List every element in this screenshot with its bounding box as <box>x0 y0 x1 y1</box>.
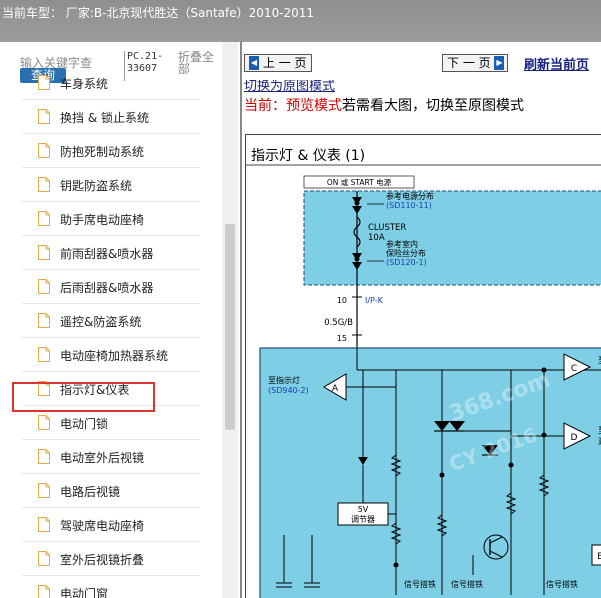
document-icon <box>38 245 50 260</box>
scrollbar-thumb[interactable] <box>225 224 235 430</box>
ground-label: 信号搭铁 <box>404 579 436 589</box>
junction-dot <box>439 472 445 478</box>
tree-item[interactable]: 电动室外后视镜 <box>22 440 200 474</box>
sidebar-scrollbar[interactable] <box>222 42 238 598</box>
fuse-rating: 10A <box>368 233 385 243</box>
to-indicator-code: (SD940-2) <box>268 386 309 395</box>
ground-label: 信号搭铁 <box>451 579 483 589</box>
prev-page-button[interactable]: ◀ 上 一 页 <box>244 54 312 72</box>
ref-fuse-label-1: 参考室内 <box>386 239 418 249</box>
document-icon <box>38 449 50 464</box>
document-icon <box>38 211 50 226</box>
tree-item-label: 换挡 & 锁止系统 <box>60 111 149 125</box>
amplifier-c-label: C <box>571 364 577 374</box>
vehicle-model-title: 当前车型： 厂家:B-北京现代胜达（Santafe）2010-2011 <box>2 6 315 20</box>
pin-top: 10 <box>337 296 347 305</box>
prev-page-label: 上 一 页 <box>262 56 307 70</box>
tree-item-label: 防抱死制动系统 <box>60 145 145 159</box>
top-header: 当前车型： 厂家:B-北京现代胜达（Santafe）2010-2011 <box>0 0 601 42</box>
tree-item[interactable]: 电路后视镜 <box>22 474 200 508</box>
document-icon <box>38 75 50 90</box>
tree-item[interactable]: 室外后视镜折叠 <box>22 542 200 576</box>
tree-item[interactable]: 后雨刮器&喷水器 <box>22 270 200 304</box>
next-page-label: 下 一 页 <box>447 56 491 70</box>
diagram-canvas: ON 或 START 电源 参考电源分布 (SD110-11) CLUSTER … <box>246 164 601 598</box>
refresh-page-link[interactable]: 刷新当前页 <box>524 54 589 73</box>
tree-item[interactable]: 钥匙防盗系统 <box>22 168 200 202</box>
wire-spec: 0.5G/B <box>324 318 353 328</box>
junction-dot <box>508 462 514 468</box>
ref-fuse-code: (SD120-1) <box>386 258 427 267</box>
amplifier-d-label: D <box>571 433 578 443</box>
left-panel: 查询 PC.21-33607 折叠全部 车身系统 换挡 & 锁止系统 防抱死制动… <box>0 42 238 598</box>
tree-item-label: 电动门窗 <box>60 587 109 598</box>
document-viewer: ◀ 上 一 页 下 一 页 ▶ 刷新当前页 切换为原图模式 当前：预览模式若需看… <box>240 42 601 598</box>
document-icon <box>38 313 50 328</box>
tree-item-label: 车身系统 <box>60 77 109 91</box>
fuse-block <box>303 190 601 286</box>
junction-dot <box>354 200 360 206</box>
tree-item[interactable]: 电动门窗 <box>22 576 200 598</box>
viewer-nav-bar: ◀ 上 一 页 下 一 页 ▶ 刷新当前页 <box>242 42 601 80</box>
document-icon <box>38 551 50 566</box>
junction-dot <box>354 256 360 262</box>
switch-original-mode-link[interactable]: 切换为原图模式 <box>244 80 335 92</box>
document-icon <box>38 143 50 158</box>
selection-highlight <box>12 382 155 412</box>
junction-dot <box>393 562 399 568</box>
ref-power-label: 参考电源分布 <box>386 191 434 201</box>
ground-label: 信号搭铁 <box>546 579 578 589</box>
tree-item-label: 室外后视镜折叠 <box>60 553 145 567</box>
tree-item[interactable]: 助手席电动座椅 <box>22 202 200 236</box>
tree-item-label: 遥控&防盗系统 <box>60 315 142 329</box>
next-page-button[interactable]: 下 一 页 ▶ <box>442 54 508 72</box>
power-source-label: ON 或 START 电源 <box>327 177 392 187</box>
tree-item-label: 电动门锁 <box>60 417 109 431</box>
tree-item[interactable]: 换挡 & 锁止系统 <box>22 100 200 134</box>
wiring-diagram: 指示灯 & 仪表 (1) ON 或 START 电源 参考电源分布 (SD110… <box>245 134 601 598</box>
tree-item[interactable]: 驾驶席电动座椅 <box>22 508 200 542</box>
tree-item-label: 前雨刮器&喷水器 <box>60 247 154 261</box>
document-icon <box>38 517 50 532</box>
tree-item-label: 钥匙防盗系统 <box>60 179 133 193</box>
watermark-text: 畅易 <box>466 328 502 350</box>
tree-item[interactable]: 前雨刮器&喷水器 <box>22 236 200 270</box>
tree-item-label: 驾驶席电动座椅 <box>60 519 145 533</box>
tree-item[interactable]: 遥控&防盗系统 <box>22 304 200 338</box>
mode-hint: 若需看大图，切换至原图模式 <box>342 98 524 114</box>
amplifier-a-label: A <box>332 384 339 394</box>
regulator-volt: 5V <box>358 505 369 514</box>
tree-item[interactable]: 车身系统 <box>22 66 200 100</box>
regulator-label: 调节器 <box>351 515 375 524</box>
document-icon <box>38 109 50 124</box>
module-e-label: E <box>597 552 601 562</box>
cluster-label: CLUSTER <box>368 223 406 233</box>
arrow-right-icon: ▶ <box>494 55 505 70</box>
connector-code: I/P-K <box>365 296 384 305</box>
junction-dot <box>541 432 547 438</box>
tree-item-label: 电路后视镜 <box>60 485 121 499</box>
document-icon <box>38 177 50 192</box>
mode-prefix: 当前： <box>244 98 286 114</box>
tree-item-label: 电动座椅加热器系统 <box>60 349 169 363</box>
ref-fuse-label-2: 保险丝分布 <box>386 248 426 258</box>
tree-item[interactable]: 电动座椅加热器系统 <box>22 338 200 372</box>
mode-name: 预览模式 <box>286 98 342 114</box>
document-icon <box>38 415 50 430</box>
document-icon <box>38 585 50 598</box>
tree-item-label: 后雨刮器&喷水器 <box>60 281 154 295</box>
tree-item[interactable]: 防抱死制动系统 <box>22 134 200 168</box>
document-icon <box>38 279 50 294</box>
document-icon <box>38 347 50 362</box>
tree-item-label: 电动室外后视镜 <box>60 451 145 465</box>
arrow-left-icon: ◀ <box>249 55 259 70</box>
pin-bottom: 15 <box>337 334 347 343</box>
document-icon <box>38 483 50 498</box>
tree-item-label: 助手席电动座椅 <box>60 213 145 227</box>
mode-status: 当前：预览模式若需看大图，切换至原图模式 <box>244 95 524 115</box>
ref-power-code: (SD110-11) <box>386 201 432 210</box>
to-indicator-label: 至指示灯 <box>268 375 300 385</box>
